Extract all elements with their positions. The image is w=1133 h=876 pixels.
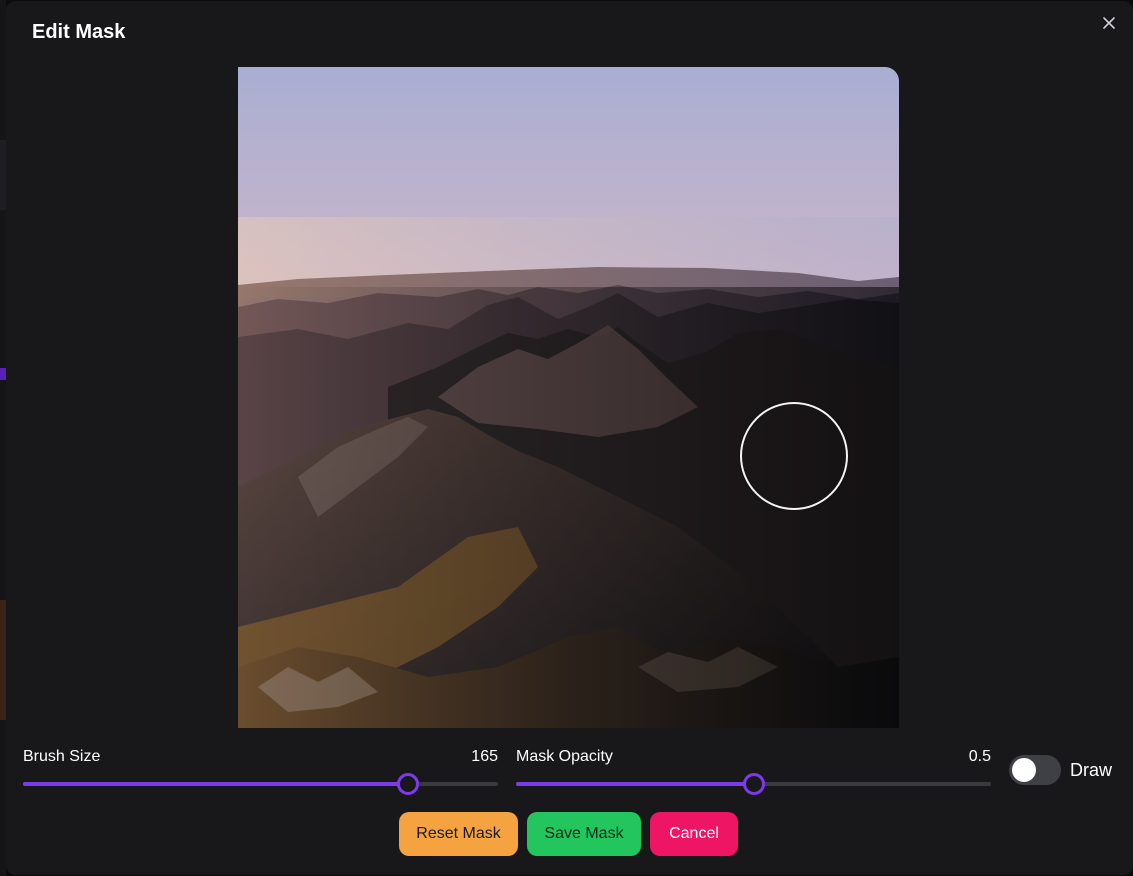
mask-opacity-value: 0.5 [968,748,991,765]
brush-size-slider[interactable] [23,773,498,795]
mask-canvas[interactable] [238,67,899,728]
brush-size-label: Brush Size [23,748,101,765]
mask-opacity-slider[interactable] [516,773,991,795]
cancel-button[interactable]: Cancel [650,812,738,856]
brush-size-value: 165 [471,748,498,765]
edit-mask-dialog: Edit Mask Brush Size 165 Mask Opacity 0.… [6,1,1133,875]
reset-mask-button[interactable]: Reset Mask [399,812,518,856]
draw-toggle[interactable] [1009,755,1061,785]
draw-toggle-label: Draw [1070,760,1113,780]
brush-size-fill [23,782,408,786]
mask-opacity-fill [516,782,754,786]
save-mask-button[interactable]: Save Mask [527,812,641,856]
mask-opacity-thumb[interactable] [743,773,765,795]
mountain-image [238,67,899,728]
brush-cursor [740,402,848,510]
toggle-knob [1012,758,1036,782]
close-button[interactable] [1097,11,1121,35]
close-icon [1103,17,1115,29]
brush-size-thumb[interactable] [397,773,419,795]
mask-opacity-label: Mask Opacity [516,748,613,765]
dialog-title: Edit Mask [32,21,126,43]
